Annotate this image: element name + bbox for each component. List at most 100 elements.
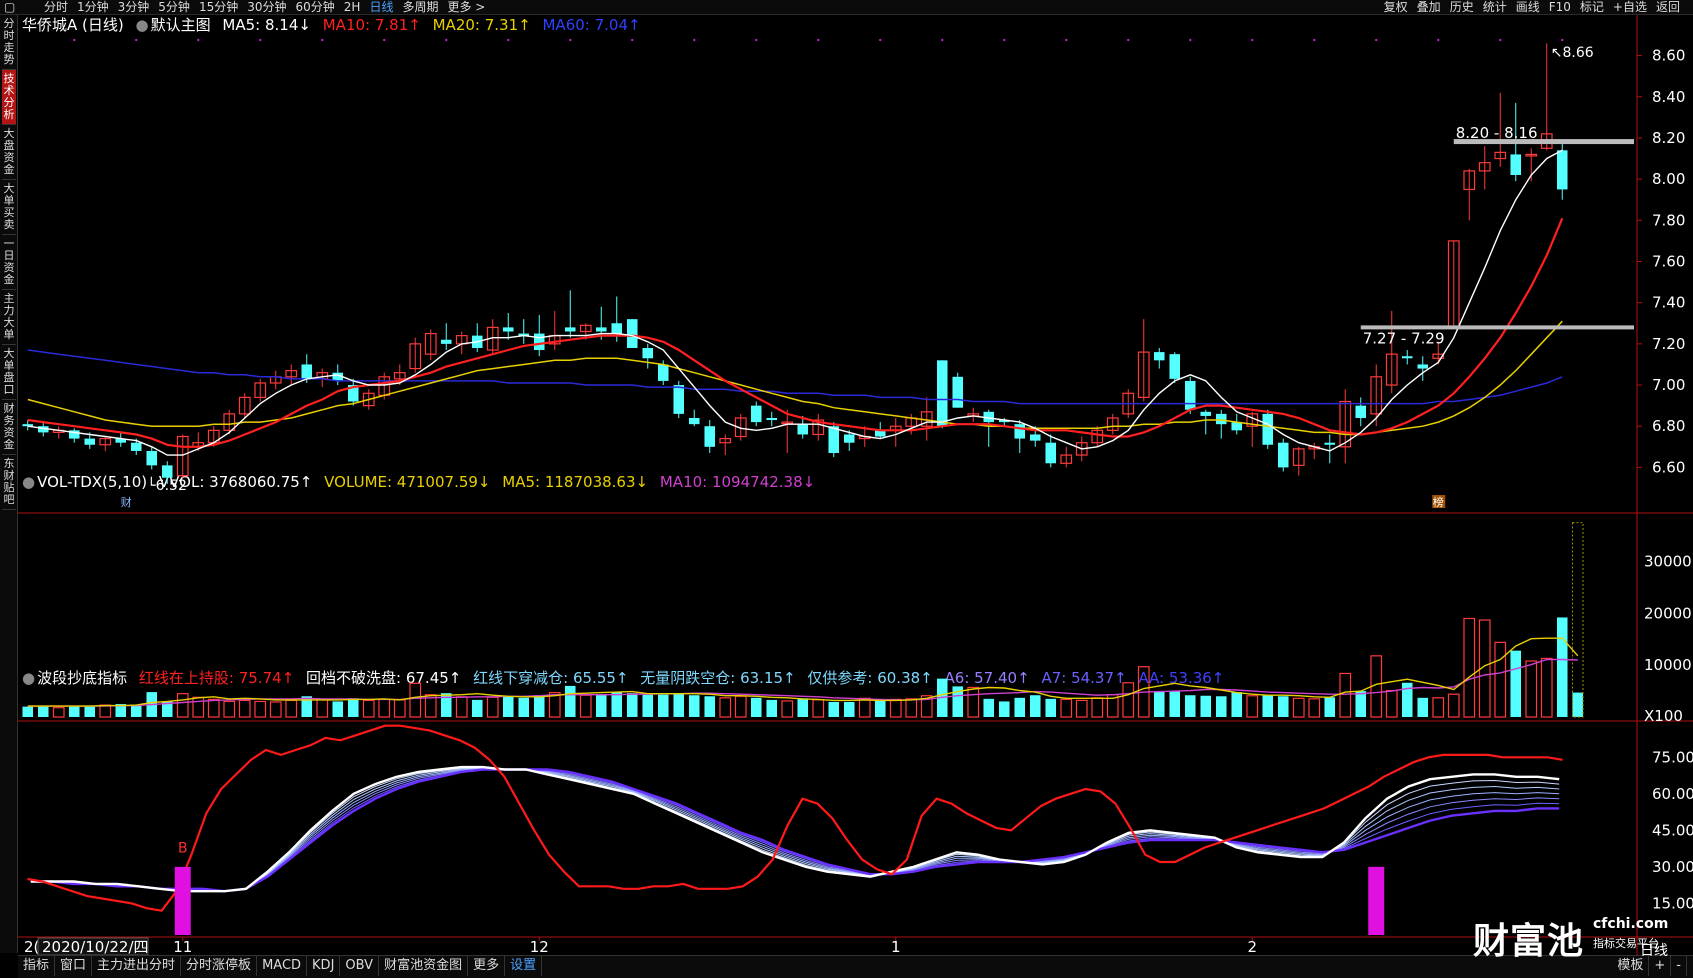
volume-bar xyxy=(579,694,592,718)
volume-bar xyxy=(1494,641,1507,718)
volume-bar xyxy=(611,692,623,717)
volume-bar xyxy=(1277,696,1289,717)
resistance-zone-label: 8.20 - 8.16 xyxy=(1456,124,1538,142)
volume-bar xyxy=(595,694,607,717)
marker-dot xyxy=(693,39,696,41)
buy-signal-bar xyxy=(1368,866,1385,935)
indicator-tab-2[interactable]: 主力进出分时 xyxy=(92,956,182,976)
marker-dot xyxy=(73,39,76,41)
volume-bar xyxy=(1385,689,1398,718)
candle-body xyxy=(595,327,607,332)
cfchi-logo: 财富池 cfchi.com 指标交易平台 xyxy=(1473,912,1668,964)
volume-bar xyxy=(1510,650,1522,717)
volume-bar xyxy=(967,686,980,718)
candle-body xyxy=(1169,354,1181,379)
volume-bar xyxy=(858,697,871,718)
marker-dot xyxy=(135,39,138,41)
ind-tick-label: 15.00 xyxy=(1652,894,1693,912)
volume-bar xyxy=(1014,697,1026,717)
price-tick-label: 8.40 xyxy=(1652,88,1685,106)
indicator-tab-6[interactable]: OBV xyxy=(340,956,380,976)
marker-dot xyxy=(1127,39,1130,41)
high-price-label: ↖8.66 xyxy=(1551,45,1594,61)
candle-body xyxy=(146,450,158,466)
kline-chart[interactable]: 8.60 8.40 8.20 8.00 7.80 7.60 7.40 7.20 7.00 6.80… xyxy=(0,0,1693,955)
candle-body xyxy=(1277,442,1289,468)
volume-bar xyxy=(285,699,298,718)
indicator-tab-4[interactable]: MACD xyxy=(257,956,308,976)
indicator-tab-7[interactable]: 财富池资金图 xyxy=(379,956,469,976)
vol-tick-label: 20000 xyxy=(1644,604,1692,622)
volume-bar xyxy=(378,698,391,718)
marker-dot xyxy=(941,39,944,41)
volume-bar xyxy=(843,701,855,717)
marker-dot xyxy=(817,39,820,41)
indicator-tab-3[interactable]: 分时涨停板 xyxy=(181,956,258,976)
candle-body xyxy=(688,417,700,425)
volume-bar xyxy=(1556,617,1568,717)
candle-body xyxy=(502,327,514,332)
volume-bar xyxy=(254,700,267,718)
candle-body xyxy=(750,405,762,423)
wave-band-line xyxy=(30,767,1560,892)
indicator-toolbar: 指标 窗口 主力进出分时 分时涨停板 MACD KDJ OBV 财富池资金图 更多 设置 模板 + - xyxy=(18,955,1693,978)
volume-bar xyxy=(409,682,422,718)
ma20-line xyxy=(27,320,1563,436)
wave-purple-line xyxy=(30,768,1560,893)
vvol-bar xyxy=(1571,522,1584,718)
date-prefix: 2( xyxy=(24,938,39,955)
volume-bar xyxy=(704,696,716,717)
volume-bar xyxy=(657,694,669,717)
candle-body xyxy=(1556,150,1568,190)
volume-bar xyxy=(316,699,329,718)
candle-body xyxy=(1153,352,1165,361)
volume-bar xyxy=(688,695,700,717)
indicator-tab-1[interactable]: 窗口 xyxy=(55,956,93,976)
marker-dot xyxy=(755,39,758,41)
candle-body xyxy=(626,319,638,348)
volume-bar xyxy=(207,698,220,718)
volume-bar xyxy=(1324,697,1336,717)
volume-bar xyxy=(1122,682,1135,718)
candle-body xyxy=(1417,364,1429,369)
marker-dot xyxy=(321,39,324,41)
volume-bar xyxy=(1060,698,1073,718)
price-tick-label: 7.20 xyxy=(1652,335,1685,353)
marker-dot xyxy=(1375,39,1378,41)
marker-dot xyxy=(879,39,882,41)
period-tag: 日线 xyxy=(1640,943,1668,959)
volume-bar xyxy=(502,696,514,717)
volume-bar xyxy=(1184,695,1196,717)
volume-bar xyxy=(1231,692,1243,717)
ma5-line xyxy=(27,149,1563,456)
indicator-tab-5[interactable]: KDJ xyxy=(307,956,341,976)
price-tick-label: 6.80 xyxy=(1652,417,1685,435)
indicator-tab-8[interactable]: 更多 xyxy=(468,956,506,976)
marker-dot xyxy=(445,39,448,41)
volume-bar xyxy=(1339,672,1352,718)
ind-tick-label: 30.00 xyxy=(1652,858,1693,876)
candle-body xyxy=(533,333,545,351)
buy-signal-bar xyxy=(174,866,191,935)
candle-body xyxy=(130,442,142,451)
marker-dot xyxy=(631,39,634,41)
volume-bar xyxy=(1432,697,1445,718)
volume-bar xyxy=(781,700,794,718)
indicator-tab-9[interactable]: 设置 xyxy=(505,956,543,976)
indicator-tab-0[interactable]: 指标 xyxy=(18,956,56,976)
volume-bar xyxy=(1417,697,1429,717)
marker-dot xyxy=(1437,39,1440,41)
volume-bar xyxy=(1447,693,1460,718)
template-button-2[interactable]: - xyxy=(1671,956,1687,976)
price-tick-label: 7.00 xyxy=(1652,376,1685,394)
volume-bar xyxy=(22,706,34,717)
volume-bar xyxy=(1246,695,1259,718)
wave-white-line xyxy=(30,765,1560,893)
volume-bar xyxy=(905,698,918,718)
marker-dot xyxy=(1499,39,1502,41)
candle-body xyxy=(564,327,576,332)
wave-band-line xyxy=(30,768,1560,892)
candle-body xyxy=(1045,442,1057,464)
volume-bar xyxy=(269,701,282,718)
volume-bar xyxy=(1200,695,1212,717)
